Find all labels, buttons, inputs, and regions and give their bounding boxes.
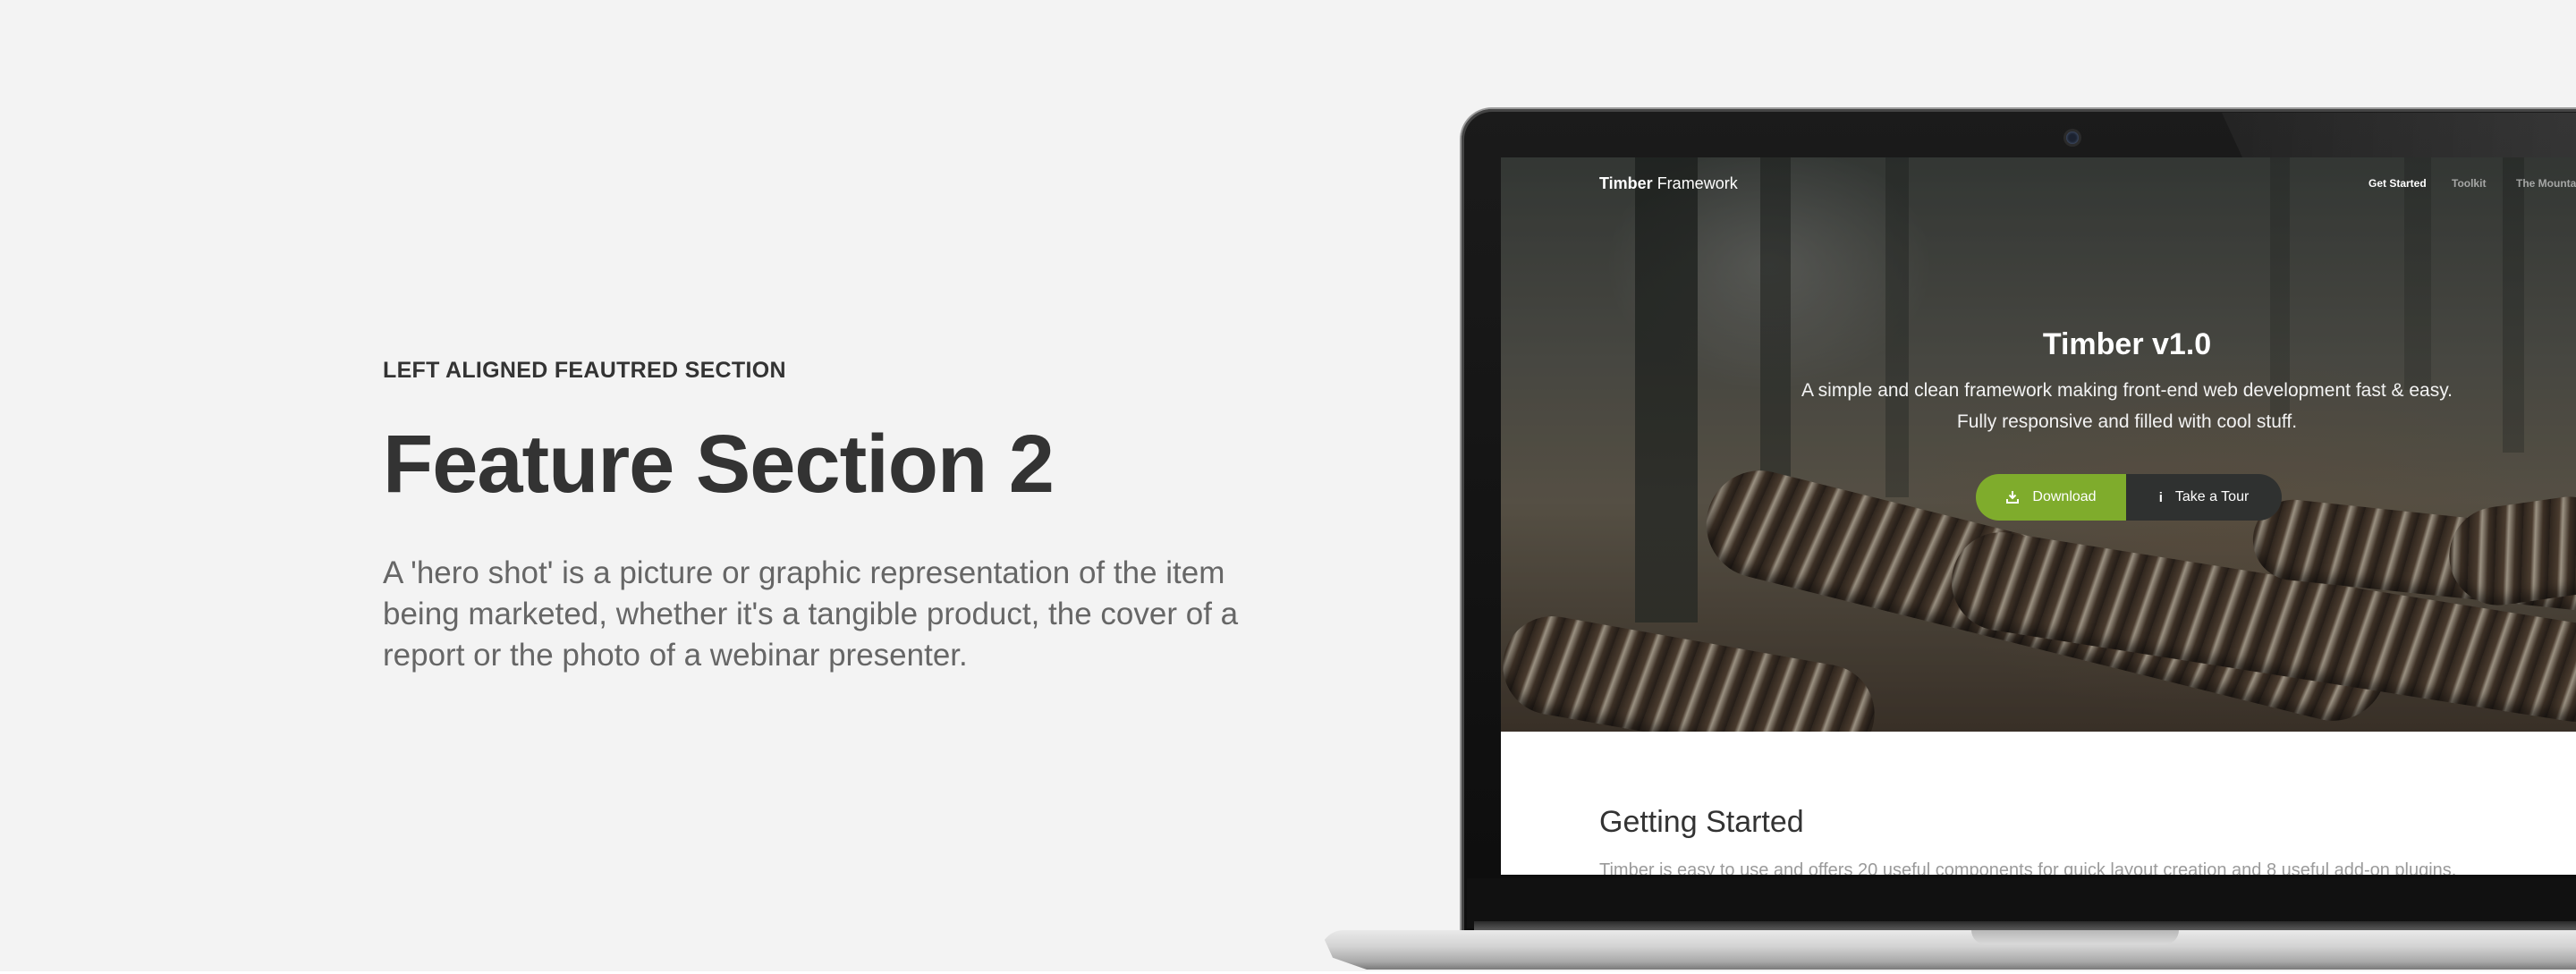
hero-content: Timber v1.0 A simple and clean framework… xyxy=(1501,327,2576,437)
getting-started-text: Timber is easy to use and offers 20 usef… xyxy=(1599,860,2457,875)
nav-get-started[interactable]: Get Started xyxy=(2368,177,2427,190)
laptop-notch xyxy=(1971,930,2179,944)
feature-eyebrow: LEFT ALIGNED FEAUTRED SECTION xyxy=(383,358,786,383)
hero-image xyxy=(1501,157,2576,771)
brand-logo[interactable]: Timber Framework xyxy=(1599,174,1738,193)
nav-toolkit[interactable]: Toolkit xyxy=(2452,177,2486,190)
download-icon xyxy=(2006,491,2020,504)
take-a-tour-label: Take a Tour xyxy=(2174,489,2250,504)
feature-lead: A 'hero shot' is a picture or graphic re… xyxy=(383,555,1239,673)
hero-overlay xyxy=(1501,157,2576,732)
laptop-base xyxy=(1320,930,2576,970)
brand-light: Framework xyxy=(1652,174,1738,192)
hero-subtitle: A simple and clean framework making fron… xyxy=(1501,375,2576,437)
download-label: Download xyxy=(2032,489,2097,504)
download-button[interactable]: Download xyxy=(1976,474,2126,521)
hero-subtitle-line-1: A simple and clean framework making fron… xyxy=(1801,380,2453,401)
feature-section: LEFT ALIGNED FEAUTRED SECTION Feature Se… xyxy=(383,358,1295,676)
hero-button-group: Download i Take a Tour xyxy=(1976,474,2282,521)
feature-title: Feature Section 2 xyxy=(383,419,1055,510)
camera-icon xyxy=(2066,131,2079,144)
take-a-tour-button[interactable]: i Take a Tour xyxy=(2126,474,2282,521)
lid-reflection xyxy=(2222,113,2576,159)
getting-started-title: Getting Started xyxy=(1599,805,1804,839)
laptop-hinge xyxy=(1474,921,2576,930)
site-nav: Timber Framework Get Started Toolkit The… xyxy=(1501,157,2576,208)
nav-the-mountain[interactable]: The Mountain xyxy=(2516,177,2576,190)
getting-started-section: Getting Started Timber is easy to use an… xyxy=(1501,732,2576,875)
hero-title: Timber v1.0 xyxy=(2042,327,2212,361)
brand-bold: Timber xyxy=(1599,174,1653,192)
info-icon: i xyxy=(2158,489,2163,505)
hero-subtitle-line-2: Fully responsive and filled with cool st… xyxy=(1956,411,2298,432)
laptop-screen: Timber Framework Get Started Toolkit The… xyxy=(1501,157,2576,875)
